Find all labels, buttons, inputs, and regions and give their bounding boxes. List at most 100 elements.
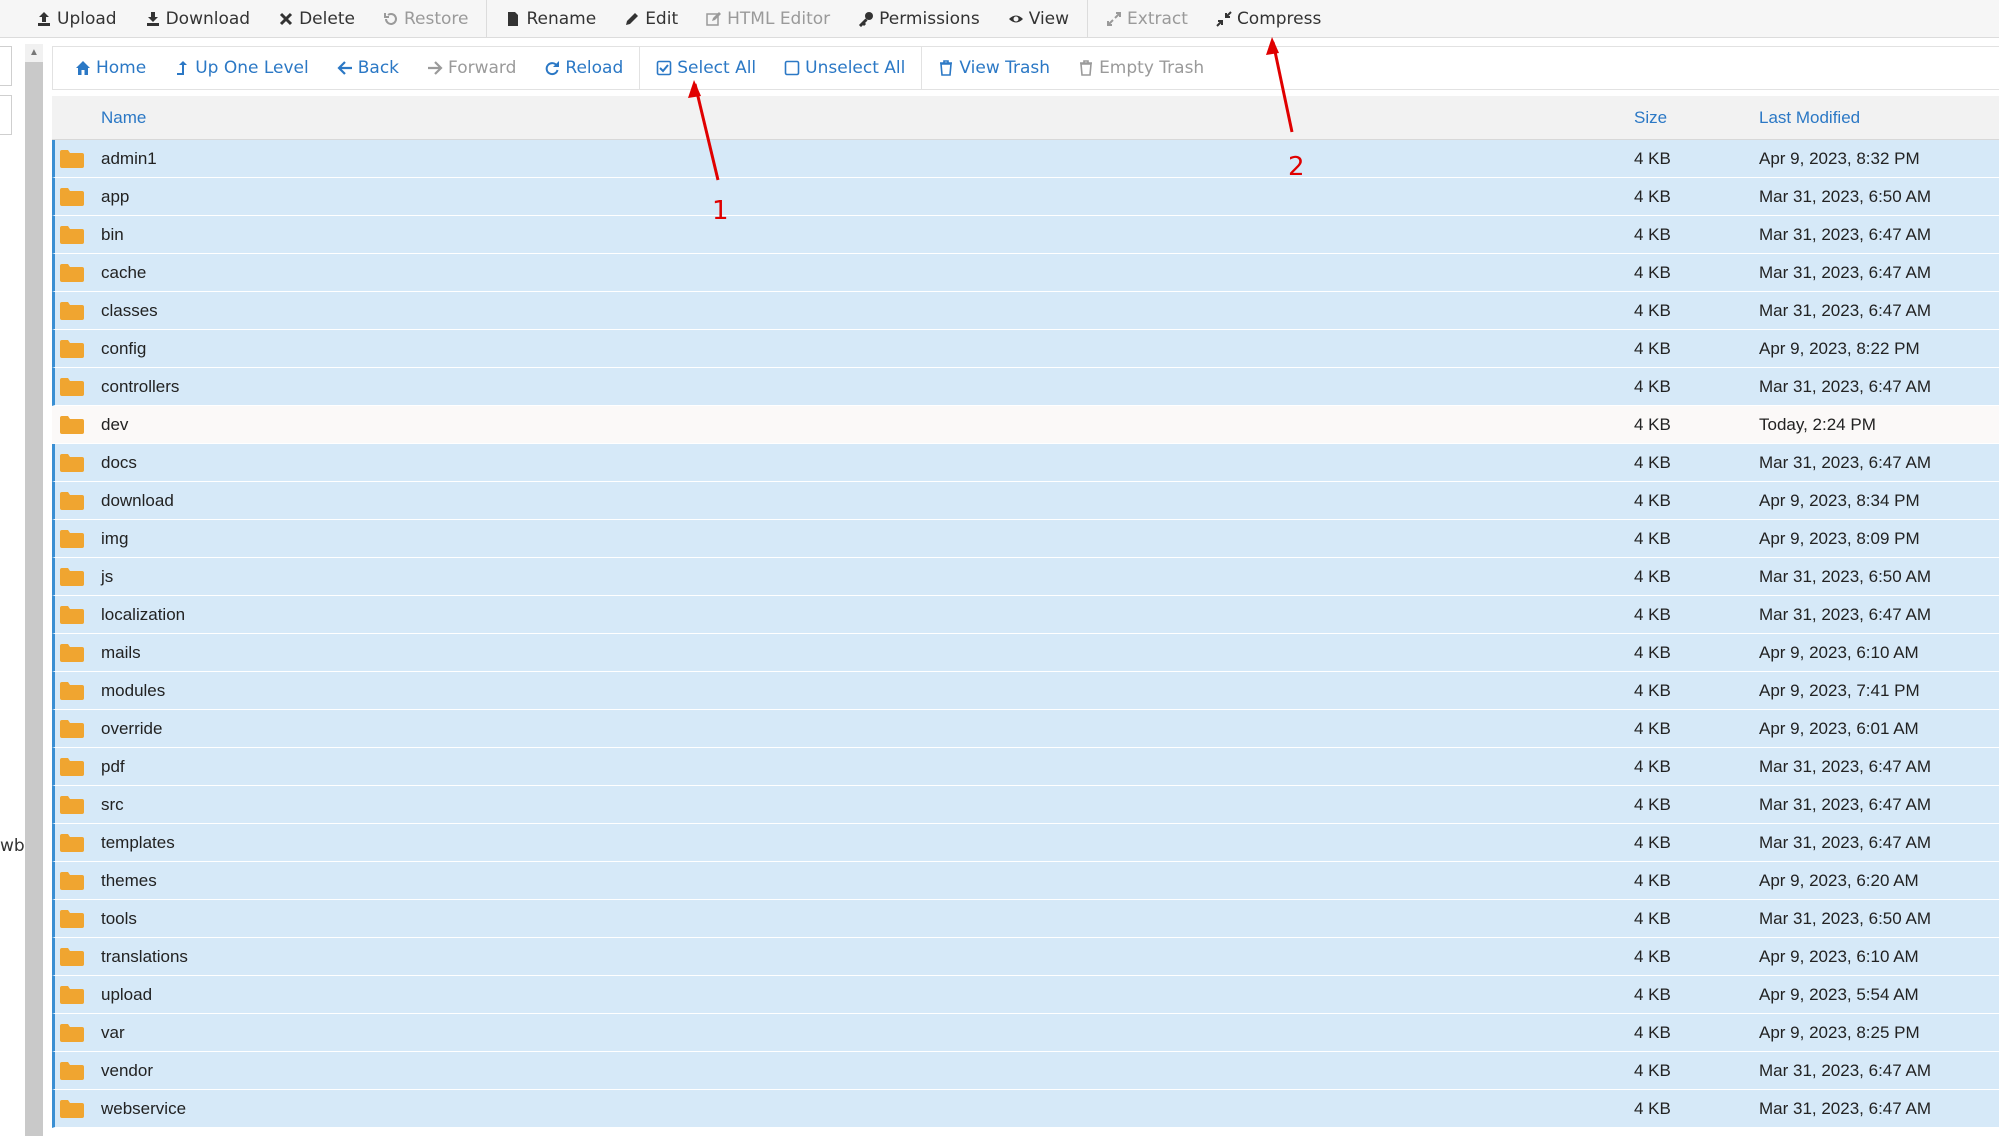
table-row[interactable]: config 4 KB Apr 9, 2023, 8:22 PM (52, 330, 1999, 368)
table-row[interactable]: override 4 KB Apr 9, 2023, 6:01 AM (52, 710, 1999, 748)
file-modified: Apr 9, 2023, 6:20 AM (1759, 871, 1919, 890)
table-row[interactable]: js 4 KB Mar 31, 2023, 6:50 AM (52, 558, 1999, 596)
table-row[interactable]: docs 4 KB Mar 31, 2023, 6:47 AM (52, 444, 1999, 482)
view-button[interactable]: View (994, 0, 1083, 38)
table-row[interactable]: img 4 KB Apr 9, 2023, 8:09 PM (52, 520, 1999, 558)
file-name[interactable]: mails (101, 643, 141, 663)
file-name[interactable]: app (101, 187, 129, 207)
file-name[interactable]: docs (101, 453, 137, 473)
delete-icon (278, 11, 294, 27)
annotation-label-2: 2 (1288, 152, 1305, 182)
file-name[interactable]: config (101, 339, 146, 359)
forward-button[interactable]: Forward (413, 46, 530, 90)
table-row[interactable]: vendor 4 KB Mar 31, 2023, 6:47 AM (52, 1052, 1999, 1090)
upload-button[interactable]: Upload (22, 0, 131, 38)
back-button[interactable]: Back (323, 46, 413, 90)
file-modified: Mar 31, 2023, 6:50 AM (1759, 187, 1931, 206)
reload-button[interactable]: Reload (530, 46, 637, 90)
table-row[interactable]: modules 4 KB Apr 9, 2023, 7:41 PM (52, 672, 1999, 710)
file-name[interactable]: tools (101, 909, 137, 929)
file-name[interactable]: var (101, 1023, 125, 1043)
table-row[interactable]: bin 4 KB Mar 31, 2023, 6:47 AM (52, 216, 1999, 254)
file-name[interactable]: translations (101, 947, 188, 967)
download-label: Download (165, 8, 251, 29)
left-panel-box[interactable] (0, 95, 12, 135)
table-row[interactable]: cache 4 KB Mar 31, 2023, 6:47 AM (52, 254, 1999, 292)
column-header-size[interactable]: Size (1634, 108, 1667, 128)
home-button[interactable]: Home (61, 46, 160, 90)
unselect-all-button[interactable]: Unselect All (770, 46, 919, 90)
file-name[interactable]: controllers (101, 377, 179, 397)
table-row[interactable]: translations 4 KB Apr 9, 2023, 6:10 AM (52, 938, 1999, 976)
file-name[interactable]: img (101, 529, 128, 549)
file-name[interactable]: webservice (101, 1099, 186, 1119)
table-row[interactable]: controllers 4 KB Mar 31, 2023, 6:47 AM (52, 368, 1999, 406)
file-name[interactable]: localization (101, 605, 185, 625)
folder-icon (59, 833, 85, 853)
table-row[interactable]: webservice 4 KB Mar 31, 2023, 6:47 AM (52, 1090, 1999, 1128)
file-name[interactable]: pdf (101, 757, 125, 777)
file-name[interactable]: bin (101, 225, 124, 245)
file-name[interactable]: override (101, 719, 162, 739)
view-trash-button[interactable]: View Trash (924, 46, 1064, 90)
table-row[interactable]: pdf 4 KB Mar 31, 2023, 6:47 AM (52, 748, 1999, 786)
table-row[interactable]: var 4 KB Apr 9, 2023, 8:25 PM (52, 1014, 1999, 1052)
permissions-button[interactable]: Permissions (844, 0, 994, 38)
file-name[interactable]: js (101, 567, 113, 587)
file-name[interactable]: admin1 (101, 149, 157, 169)
select-all-button[interactable]: Select All (642, 46, 770, 90)
folder-icon (59, 453, 85, 473)
up-one-level-button[interactable]: Up One Level (160, 46, 323, 90)
file-name[interactable]: download (101, 491, 174, 511)
table-row[interactable]: admin1 4 KB Apr 9, 2023, 8:32 PM (52, 140, 1999, 178)
file-name[interactable]: src (101, 795, 124, 815)
column-header-name[interactable]: Name (101, 108, 146, 128)
table-row[interactable]: classes 4 KB Mar 31, 2023, 6:47 AM (52, 292, 1999, 330)
file-name[interactable]: themes (101, 871, 157, 891)
file-size: 4 KB (1634, 453, 1671, 472)
scroll-up-arrow-icon[interactable]: ▲ (25, 44, 43, 62)
file-name[interactable]: vendor (101, 1061, 153, 1081)
rename-button[interactable]: Rename (491, 0, 610, 38)
html-editor-button[interactable]: HTML Editor (692, 0, 844, 38)
file-name[interactable]: cache (101, 263, 146, 283)
table-row[interactable]: upload 4 KB Apr 9, 2023, 5:54 AM (52, 976, 1999, 1014)
table-row[interactable]: src 4 KB Mar 31, 2023, 6:47 AM (52, 786, 1999, 824)
restore-button[interactable]: Restore (369, 0, 483, 38)
file-modified: Mar 31, 2023, 6:47 AM (1759, 833, 1931, 852)
left-scrollbar[interactable] (25, 44, 43, 1136)
table-row[interactable]: download 4 KB Apr 9, 2023, 8:34 PM (52, 482, 1999, 520)
empty-trash-button[interactable]: Empty Trash (1064, 46, 1218, 90)
extract-button[interactable]: Extract (1092, 0, 1202, 38)
edit-button[interactable]: Edit (610, 0, 692, 38)
file-name[interactable]: templates (101, 833, 175, 853)
left-panel-box[interactable] (0, 46, 12, 86)
column-header-last-modified[interactable]: Last Modified (1759, 108, 1860, 128)
table-row[interactable]: themes 4 KB Apr 9, 2023, 6:20 AM (52, 862, 1999, 900)
file-size: 4 KB (1634, 187, 1671, 206)
table-row[interactable]: mails 4 KB Apr 9, 2023, 6:10 AM (52, 634, 1999, 672)
file-name[interactable]: dev (101, 415, 128, 435)
compress-button[interactable]: Compress (1202, 0, 1335, 38)
table-row[interactable]: tools 4 KB Mar 31, 2023, 6:50 AM (52, 900, 1999, 938)
table-row[interactable]: app 4 KB Mar 31, 2023, 6:50 AM (52, 178, 1999, 216)
table-row[interactable]: templates 4 KB Mar 31, 2023, 6:47 AM (52, 824, 1999, 862)
folder-icon (59, 415, 85, 435)
file-name[interactable]: modules (101, 681, 165, 701)
download-button[interactable]: Download (131, 0, 265, 38)
permissions-label: Permissions (879, 8, 980, 29)
delete-button[interactable]: Delete (264, 0, 369, 38)
file-size: 4 KB (1634, 377, 1671, 396)
table-row[interactable]: localization 4 KB Mar 31, 2023, 6:47 AM (52, 596, 1999, 634)
folder-icon (59, 1061, 85, 1081)
table-row[interactable]: dev 4 KB Today, 2:24 PM (52, 406, 1999, 444)
file-name[interactable]: upload (101, 985, 152, 1005)
unselect-all-label: Unselect All (805, 58, 906, 78)
edit-square-icon (706, 11, 722, 27)
file-modified: Mar 31, 2023, 6:47 AM (1759, 225, 1931, 244)
file-size: 4 KB (1634, 1099, 1671, 1118)
upload-label: Upload (57, 8, 117, 29)
folder-icon (59, 605, 85, 625)
file-size: 4 KB (1634, 947, 1671, 966)
file-name[interactable]: classes (101, 301, 158, 321)
